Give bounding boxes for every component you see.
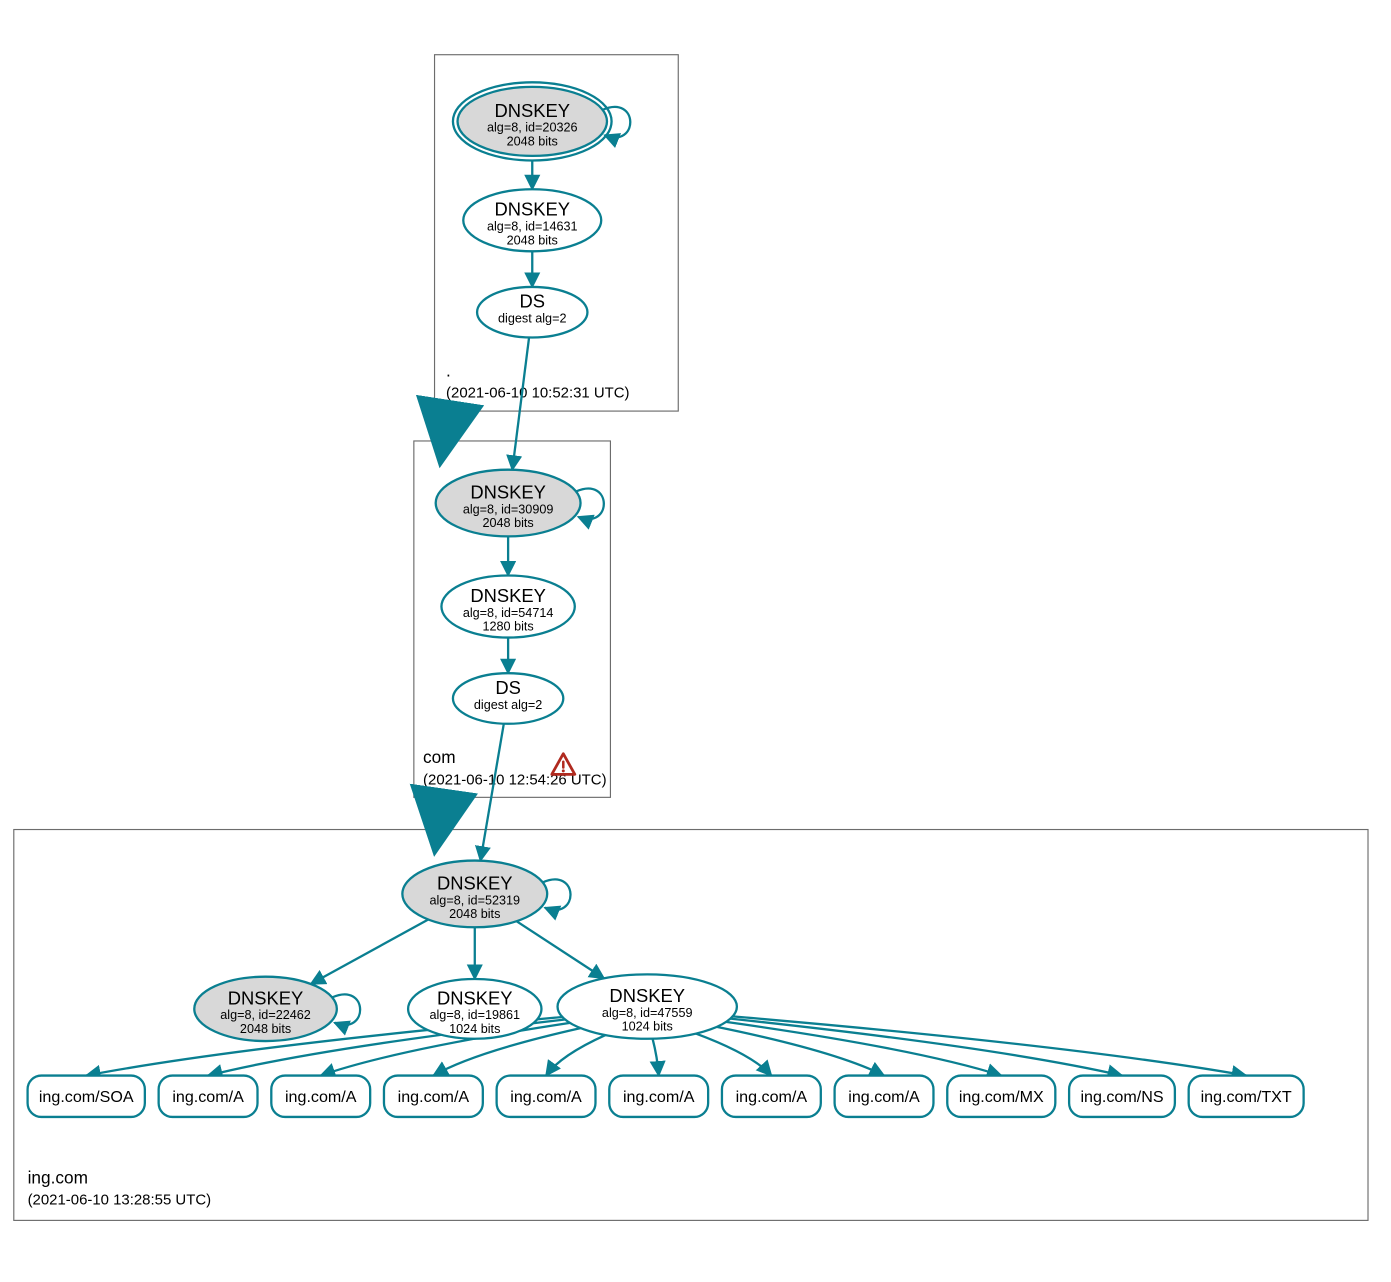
node-detail: alg=8, id=30909 bbox=[463, 502, 554, 516]
node-detail: 1024 bits bbox=[622, 1020, 673, 1034]
node-detail: alg=8, id=47559 bbox=[602, 1006, 693, 1020]
warning-icon bbox=[562, 769, 565, 772]
node-detail: alg=8, id=19861 bbox=[429, 1008, 520, 1022]
dnskey-node: DNSKEYalg=8, id=224622048 bits bbox=[194, 977, 360, 1041]
zone-timestamp: (2021-06-10 13:28:55 UTC) bbox=[28, 1191, 212, 1208]
dnskey-node: DNSKEYalg=8, id=547141280 bits bbox=[441, 575, 574, 637]
node-detail: alg=8, id=22462 bbox=[220, 1008, 311, 1022]
node-detail: alg=8, id=54714 bbox=[463, 606, 554, 620]
signs-edge bbox=[696, 1034, 771, 1076]
node-title: DNSKEY bbox=[437, 987, 513, 1008]
rrset-label: ing.com/A bbox=[510, 1088, 582, 1106]
node-detail: 2048 bits bbox=[507, 233, 558, 247]
rrset-label: ing.com/A bbox=[623, 1088, 695, 1106]
rrset-label: ing.com/A bbox=[398, 1088, 470, 1106]
dnskey-node: DSdigest alg=2 bbox=[453, 673, 563, 724]
zone-transition-edge bbox=[438, 797, 443, 829]
node-title: DNSKEY bbox=[228, 987, 304, 1008]
rrset-label: ing.com/A bbox=[172, 1088, 244, 1106]
signs-edge bbox=[730, 1019, 1122, 1076]
dnskey-node: DSdigest alg=2 bbox=[477, 287, 587, 338]
rrset-label: ing.com/SOA bbox=[39, 1088, 134, 1106]
zone-timestamp: (2021-06-10 10:52:31 UTC) bbox=[446, 384, 630, 401]
node-detail: digest alg=2 bbox=[474, 698, 542, 712]
zone-name: com bbox=[423, 747, 456, 767]
rrset-label: ing.com/A bbox=[848, 1088, 920, 1106]
node-detail: 2048 bits bbox=[507, 135, 558, 149]
signs-edge bbox=[546, 1035, 605, 1075]
dnskey-node: DNSKEYalg=8, id=309092048 bits bbox=[436, 470, 604, 537]
dnskey-node: DNSKEYalg=8, id=198611024 bits bbox=[408, 979, 541, 1039]
dnskey-node: DNSKEYalg=8, id=203262048 bits bbox=[453, 82, 630, 160]
node-title: DNSKEY bbox=[437, 872, 513, 893]
node-title: DS bbox=[519, 291, 545, 312]
node-title: DNSKEY bbox=[609, 985, 685, 1006]
signs-edge bbox=[733, 1016, 1247, 1075]
rrset-label: ing.com/MX bbox=[959, 1088, 1044, 1106]
node-detail: 2048 bits bbox=[449, 907, 500, 921]
node-detail: 1280 bits bbox=[482, 620, 533, 634]
dnskey-node: DNSKEYalg=8, id=475591024 bits bbox=[558, 974, 737, 1038]
zone-name: . bbox=[446, 361, 451, 381]
zone-transition-edge bbox=[444, 411, 449, 441]
node-title: DNSKEY bbox=[494, 100, 570, 121]
node-title: DNSKEY bbox=[470, 585, 546, 606]
node-detail: 2048 bits bbox=[240, 1022, 291, 1036]
signs-edge bbox=[512, 337, 529, 469]
rrset-label: ing.com/A bbox=[736, 1088, 808, 1106]
rrset-label: ing.com/NS bbox=[1080, 1088, 1163, 1106]
rrset-label: ing.com/TXT bbox=[1201, 1088, 1292, 1106]
rrset-label: ing.com/A bbox=[285, 1088, 357, 1106]
signs-edge bbox=[516, 921, 604, 978]
zone-name: ing.com bbox=[28, 1168, 88, 1188]
node-title: DNSKEY bbox=[494, 199, 570, 220]
dnskey-node: DNSKEYalg=8, id=523192048 bits bbox=[402, 861, 570, 928]
node-title: DS bbox=[495, 677, 521, 698]
dnskey-node: DNSKEYalg=8, id=146312048 bits bbox=[463, 189, 601, 251]
signs-edge bbox=[653, 1039, 659, 1076]
node-detail: digest alg=2 bbox=[498, 312, 566, 326]
zone-timestamp: (2021-06-10 12:54:26 UTC) bbox=[423, 772, 607, 789]
signs-edge bbox=[480, 724, 503, 861]
dnssec-diagram: . (2021-06-10 10:52:31 UTC) com (2021-06-10… bbox=[0, 0, 1391, 1282]
node-title: DNSKEY bbox=[470, 481, 546, 502]
node-detail: alg=8, id=14631 bbox=[487, 220, 578, 234]
node-detail: alg=8, id=52319 bbox=[429, 893, 520, 907]
node-detail: alg=8, id=20326 bbox=[487, 121, 578, 135]
node-detail: 2048 bits bbox=[482, 516, 533, 530]
signs-edge bbox=[311, 919, 428, 984]
node-detail: 1024 bits bbox=[449, 1022, 500, 1036]
